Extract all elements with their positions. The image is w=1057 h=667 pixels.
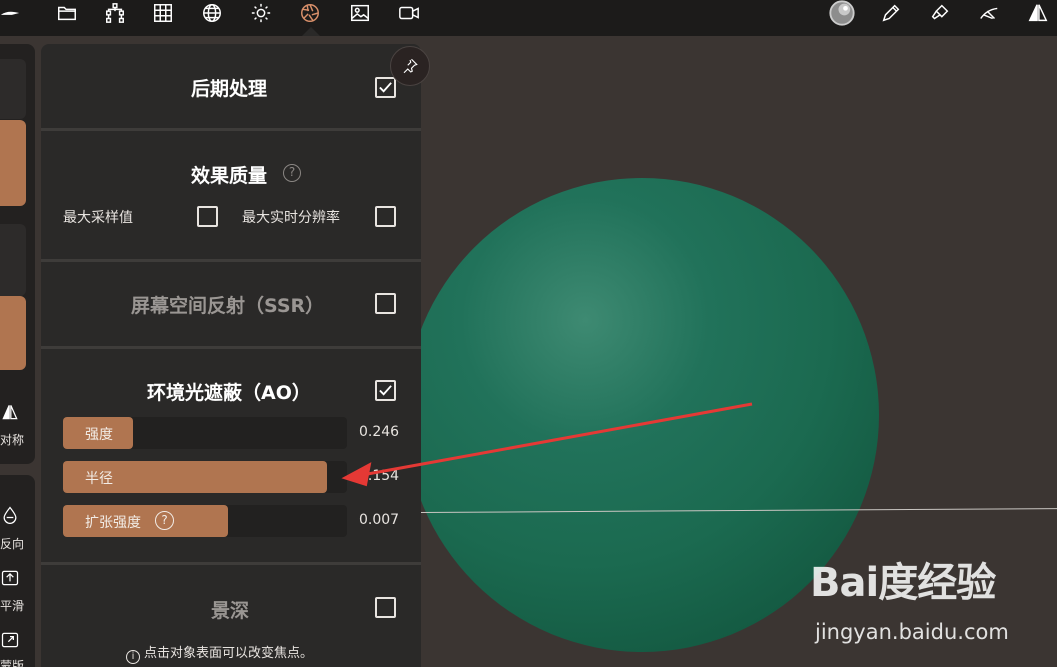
matcap-ball-icon[interactable] [824,0,860,26]
slider-label: 强度 [85,427,113,443]
pin-icon [403,58,418,74]
pin-panel-button[interactable] [390,46,430,86]
tree-icon[interactable] [97,0,133,26]
slider-value: 0.154 [359,468,400,484]
sun-icon[interactable] [243,0,279,26]
divider [41,562,421,565]
rail-symmetry-label[interactable]: 对称 [0,431,24,448]
paintbrush-icon[interactable] [922,0,958,26]
max-resolution-checkbox[interactable] [375,206,396,227]
divider [41,259,421,262]
rail-slider-intensity[interactable] [0,296,26,370]
top-toolbar [0,0,1057,36]
dof-title: 景深 [211,600,250,622]
max-samples-checkbox[interactable] [197,206,218,227]
symmetry-icon[interactable] [0,402,20,422]
green-sphere-mesh[interactable] [405,178,879,652]
max-samples-label: 最大采样值 [63,210,133,226]
rail-mask-label[interactable]: 蒙版 [0,657,24,667]
info-icon: i [126,650,140,664]
dof-hint: i 点击对象表面可以改变焦点。 [126,642,313,664]
left-tool-rail: 对称 [0,44,35,464]
checkmark-icon [379,385,392,396]
aperture-icon[interactable] [292,0,328,26]
checkmark-icon [379,82,392,93]
divider [41,346,421,349]
watermark-logo: Bai度经验 [810,560,996,606]
rail-slot[interactable] [0,59,26,119]
ao-spread-slider[interactable]: 扩张强度 ? [63,505,347,537]
rail-invert-label[interactable]: 反向 [0,535,24,552]
slider-label: 扩张强度 [85,515,141,531]
smooth-upload-icon[interactable] [0,568,20,588]
mask-icon[interactable] [0,630,20,650]
ao-title: 环境光遮蔽（AO） [147,382,311,404]
slider-value: 0.007 [359,512,400,528]
slider-value: 0.246 [359,424,400,440]
watermark-url: jingyan.baidu.com [815,620,1009,644]
smooth-brush-icon[interactable] [971,0,1007,26]
grid-icon[interactable] [145,0,181,26]
quality-title: 效果质量 [191,165,268,187]
pen-icon[interactable] [873,0,909,26]
max-resolution-label: 最大实时分辨率 [242,210,340,226]
rail-smooth-label[interactable]: 平滑 [0,597,24,614]
dof-hint-text: 点击对象表面可以改变焦点。 [144,646,314,661]
ao-radius-slider[interactable]: 半径 [63,461,347,493]
ssr-checkbox[interactable] [375,293,396,314]
help-icon[interactable]: ? [283,164,301,182]
rail-slot[interactable] [0,224,26,296]
symmetry-icon[interactable] [1020,0,1056,26]
post-processing-panel: 后期处理 效果质量 ? 最大采样值 最大实时分辨率 屏幕空间反射（SSR） 环境… [41,44,421,667]
divider [41,128,421,131]
ao-checkbox[interactable] [375,380,396,401]
droplet-icon[interactable] [0,505,20,525]
rail-slider-size[interactable] [0,120,26,206]
active-tool-caret [302,27,320,36]
post-processing-checkbox[interactable] [375,77,396,98]
slider-label: 半径 [85,471,113,487]
image-icon[interactable] [342,0,378,26]
dof-checkbox[interactable] [375,597,396,618]
help-icon[interactable]: ? [155,511,174,530]
post-processing-title: 后期处理 [191,78,268,100]
ssr-title: 屏幕空间反射（SSR） [131,295,325,317]
left-tool-rail-lower: 反向 平滑 蒙版 [0,475,35,667]
brush-stroke-icon[interactable] [0,0,28,26]
folder-icon[interactable] [49,0,85,26]
camera-icon[interactable] [391,0,427,26]
ao-strength-slider[interactable]: 强度 [63,417,347,449]
sphere-mesh-icon[interactable] [194,0,230,26]
